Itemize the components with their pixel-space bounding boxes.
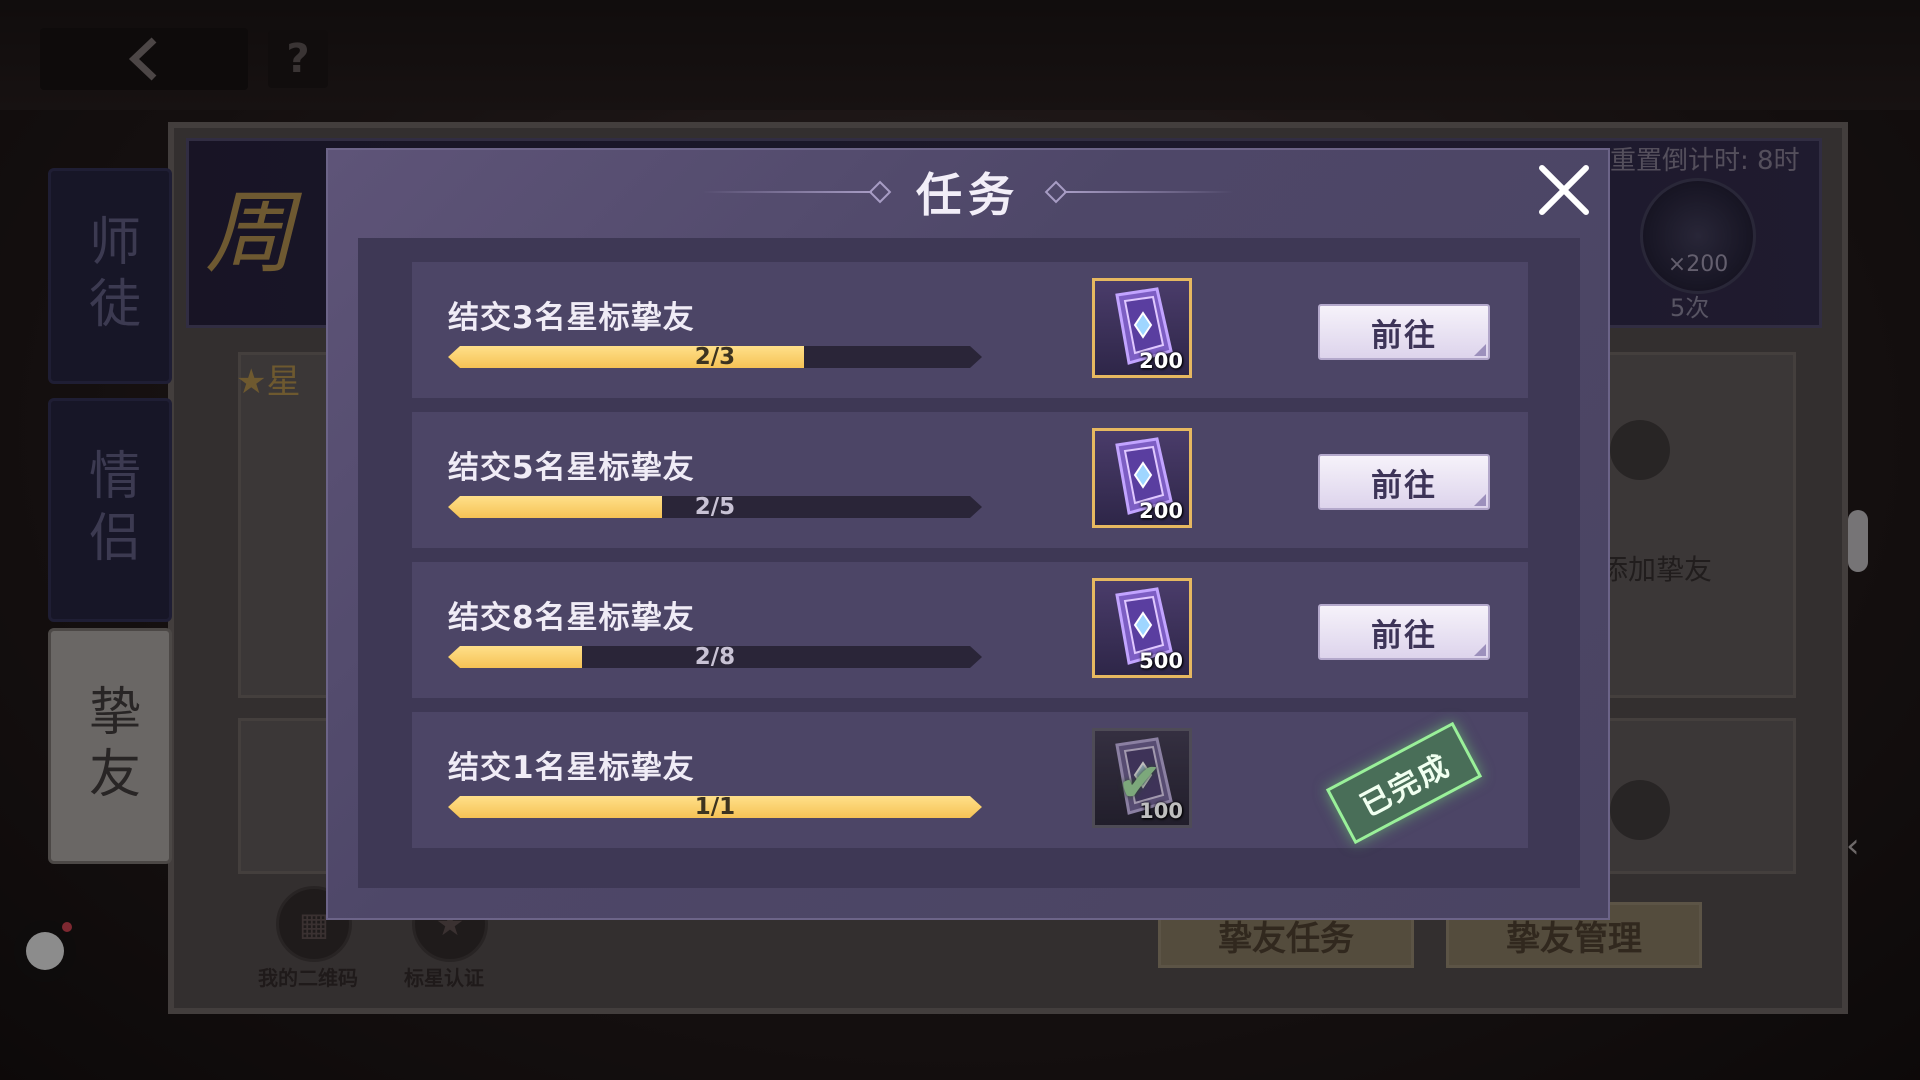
task-row: 结交3名星标挚友 2/3 200 前往 bbox=[412, 262, 1528, 398]
progress-bar: 2/3 bbox=[448, 346, 982, 368]
reward-count: 500 bbox=[1139, 649, 1183, 673]
progress-bar: 2/5 bbox=[448, 496, 982, 518]
modal-title: 任务 bbox=[916, 168, 1020, 222]
close-icon bbox=[1539, 165, 1589, 215]
reward-count: 200 bbox=[1139, 499, 1183, 523]
task-row: 结交1名星标挚友 1/1 ✔ 100 已完成 bbox=[412, 712, 1528, 848]
progress-text: 2/5 bbox=[694, 494, 736, 520]
task-title: 结交8名星标挚友 bbox=[448, 600, 695, 636]
progress-text: 2/3 bbox=[694, 344, 736, 370]
title-decoration-right bbox=[1064, 191, 1234, 193]
task-row: 结交5名星标挚友 2/5 200 前往 bbox=[412, 412, 1528, 548]
reward-item[interactable]: 500 bbox=[1092, 578, 1192, 678]
progress-bar: 1/1 bbox=[448, 796, 982, 818]
reward-item[interactable]: 200 bbox=[1092, 428, 1192, 528]
progress-bar: 2/8 bbox=[448, 646, 982, 668]
task-title: 结交5名星标挚友 bbox=[448, 450, 695, 486]
progress-text: 2/8 bbox=[694, 644, 736, 670]
close-button[interactable] bbox=[1532, 158, 1596, 222]
reward-item: ✔ 100 bbox=[1092, 728, 1192, 828]
go-button[interactable]: 前往 bbox=[1318, 304, 1490, 360]
diamond-icon bbox=[868, 180, 892, 204]
go-button[interactable]: 前往 bbox=[1318, 604, 1490, 660]
task-title: 结交1名星标挚友 bbox=[448, 750, 695, 786]
title-decoration-left bbox=[702, 191, 872, 193]
task-row: 结交8名星标挚友 2/8 500 前往 bbox=[412, 562, 1528, 698]
reward-count: 200 bbox=[1139, 349, 1183, 373]
task-title: 结交3名星标挚友 bbox=[448, 300, 695, 336]
progress-text: 1/1 bbox=[694, 794, 736, 820]
modal-header: 任务 bbox=[330, 152, 1606, 232]
reward-item[interactable]: 200 bbox=[1092, 278, 1192, 378]
completed-stamp: 已完成 bbox=[1325, 721, 1483, 845]
go-button[interactable]: 前往 bbox=[1318, 454, 1490, 510]
reward-count: 100 bbox=[1139, 799, 1183, 823]
